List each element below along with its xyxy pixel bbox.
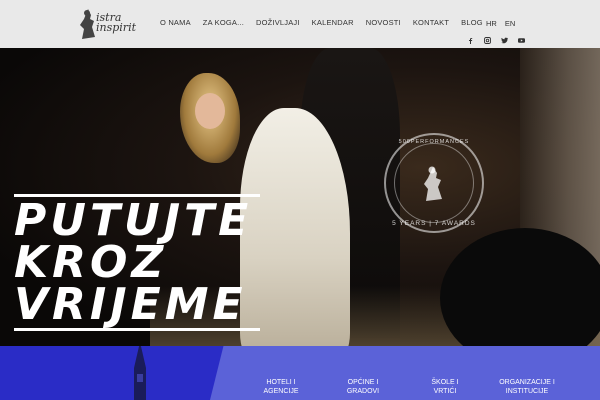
nav-item-kontakt[interactable]: KONTAKT [413, 18, 449, 27]
category-label-line2: GRADOVI [346, 388, 380, 395]
category-label-line1: HOTELI I [266, 379, 296, 386]
category-opcine-gradovi[interactable]: OPĆINE I GRADOVI [322, 378, 404, 396]
twitter-icon[interactable] [501, 31, 508, 44]
category-label-line1: ŠKOLE I [431, 379, 459, 386]
social-links [467, 31, 525, 44]
headline-line-3: VRIJEME [14, 279, 247, 330]
category-strip: HOTELI I AGENCIJE OPĆINE I GRADOVI ŠKOLE… [0, 346, 600, 400]
nav-item-dozivljaji[interactable]: DOŽIVLJAJI [256, 18, 300, 27]
performances-badge: 500PERFORMANCES 5 YEARS | 7 AWARDS [384, 133, 484, 233]
category-label-line2: INSTITUCIJE [505, 388, 549, 395]
language-switcher: HR EN [486, 19, 515, 28]
lang-hr[interactable]: HR [486, 19, 497, 28]
nav-item-blog[interactable]: BLOG [461, 18, 483, 27]
category-label-line2: VRTIĆI [433, 388, 457, 395]
nav-item-novosti[interactable]: NOVOSTI [366, 18, 401, 27]
category-hoteli-agencije[interactable]: HOTELI I AGENCIJE [240, 378, 322, 396]
hero-headline: PUTUJTE KROZ VRIJEME [14, 194, 264, 331]
youtube-icon[interactable] [518, 31, 525, 43]
hero-photo-audience-head [440, 228, 600, 346]
badge-bottom-text: 5 YEARS | 7 AWARDS [392, 220, 476, 227]
headline-rule-bottom [14, 328, 260, 331]
site-logo[interactable]: istra inspirit [76, 7, 146, 41]
headline-line-1: PUTUJTE [14, 195, 253, 246]
hero-banner: 500PERFORMANCES 5 YEARS | 7 AWARDS PUTUJ… [0, 48, 600, 346]
category-strip-left [0, 346, 230, 400]
nav-item-za-koga[interactable]: ZA KOGA... [203, 18, 244, 27]
site-header: istra inspirit O NAMA ZA KOGA... DOŽIVLJ… [0, 0, 600, 48]
lang-en[interactable]: EN [505, 19, 515, 28]
category-label-line2: AGENCIJE [263, 388, 299, 395]
hero-photo-face [195, 93, 225, 129]
category-links: HOTELI I AGENCIJE OPĆINE I GRADOVI ŠKOLE… [240, 378, 568, 396]
instagram-icon[interactable] [484, 31, 491, 44]
logo-text-bottom: inspirit [96, 21, 137, 34]
headline-rule-top [14, 194, 260, 197]
nav-item-kalendar[interactable]: KALENDAR [312, 18, 354, 27]
headline-line-2: KROZ [14, 237, 168, 288]
main-nav: O NAMA ZA KOGA... DOŽIVLJAJI KALENDAR NO… [160, 18, 495, 27]
category-label-line1: OPĆINE I [347, 379, 379, 386]
category-skole-vrtici[interactable]: ŠKOLE I VRTIĆI [404, 378, 486, 396]
church-tower-icon [134, 346, 146, 400]
category-label-line1: ORGANIZACIJE I [499, 379, 555, 386]
badge-top-text: 500PERFORMANCES [398, 139, 470, 145]
facebook-icon[interactable] [467, 31, 474, 44]
category-organizacije-institucije[interactable]: ORGANIZACIJE I INSTITUCIJE [486, 378, 568, 396]
nav-item-o-nama[interactable]: O NAMA [160, 18, 191, 27]
badge-logo-icon [424, 166, 442, 201]
